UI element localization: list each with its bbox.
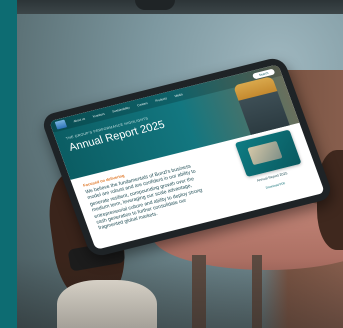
top-edge-object [17, 0, 343, 14]
nav-item[interactable]: Products [155, 96, 168, 103]
cover-image [247, 140, 283, 166]
hero-photo-worker [233, 76, 290, 135]
nav-item[interactable]: Media [174, 92, 183, 98]
nav-item[interactable]: Careers [137, 101, 149, 107]
bunzl-logo-icon[interactable] [54, 119, 68, 130]
nav-item[interactable]: Sustainability [112, 106, 131, 114]
object-knob [135, 0, 175, 10]
download-link[interactable]: Download PDF [265, 181, 286, 190]
nav-item[interactable]: Investors [92, 112, 105, 119]
nav-item[interactable]: About us [73, 117, 86, 124]
bottom-shadow [17, 258, 343, 328]
intro-text: We believe the fundamentals of Bunzl's b… [84, 163, 204, 232]
teal-side-strip [0, 0, 17, 328]
